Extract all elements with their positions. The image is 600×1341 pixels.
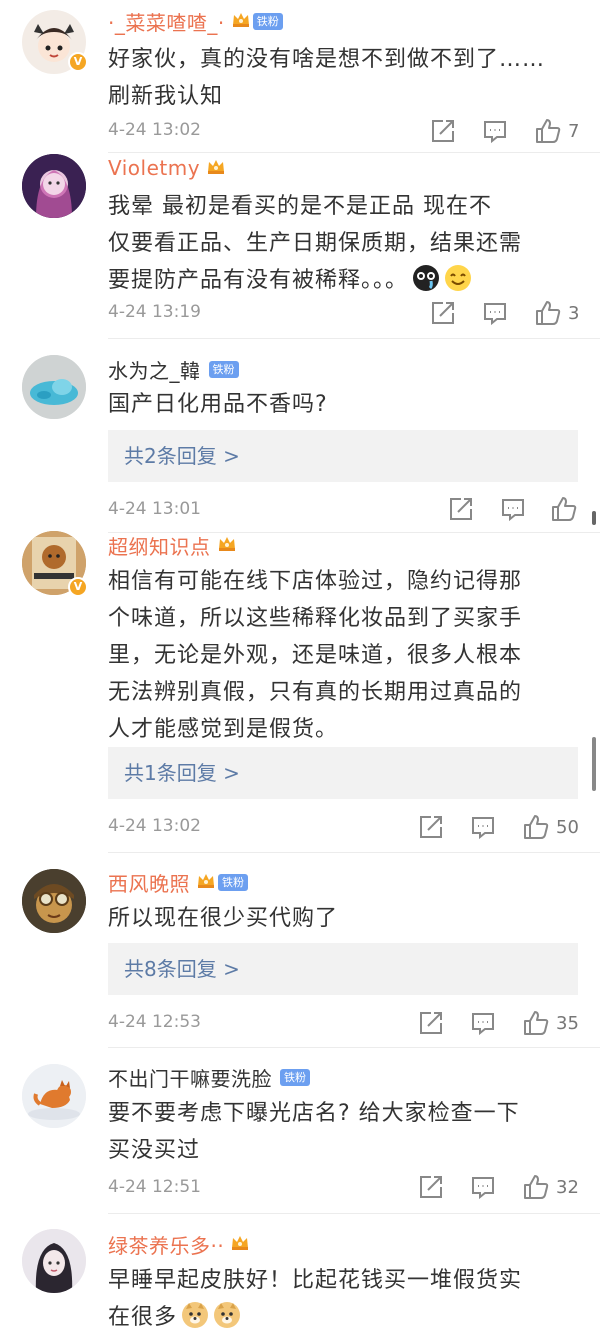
- username[interactable]: 不出门干嘛要洗脸: [108, 1063, 272, 1092]
- comment-text: 要不要考虑下曝光店名? 给大家检查一下 买没买过: [108, 1101, 520, 1163]
- fan-badge: 铁粉: [218, 873, 248, 891]
- crown-icon: [206, 157, 226, 179]
- like-count: 50: [556, 816, 579, 838]
- username-row: 西风晚照 铁粉: [108, 867, 248, 897]
- username[interactable]: 绿茶养乐多··: [108, 1230, 224, 1259]
- comment-icon: [472, 1013, 494, 1036]
- like-icon: [524, 815, 549, 839]
- like-button[interactable]: 35: [522, 1009, 579, 1037]
- like-icon: [536, 301, 561, 325]
- username-row: 水为之_韓 铁粉: [108, 354, 239, 384]
- avatar[interactable]: [22, 355, 86, 419]
- like-count: 35: [556, 1012, 579, 1034]
- share-button[interactable]: [418, 1174, 444, 1200]
- divider: [108, 1213, 600, 1214]
- like-button[interactable]: 7: [534, 117, 579, 145]
- share-icon: [420, 1176, 442, 1198]
- like-icon: [536, 119, 561, 143]
- comment-icon: [484, 121, 506, 144]
- crying-emoji-icon: [412, 264, 440, 304]
- like-button[interactable]: 3: [534, 299, 579, 327]
- comment-icon: [484, 303, 506, 326]
- doge-emoji-icon: [181, 1301, 209, 1341]
- crown-icon: [231, 10, 251, 32]
- like-icon: [552, 497, 577, 521]
- divider: [108, 852, 600, 853]
- avatar[interactable]: [22, 1229, 86, 1293]
- username-row: ·_菜菜喳喳_· 铁粉: [108, 6, 283, 36]
- crown-icon: [196, 871, 216, 893]
- view-replies-button[interactable]: 共1条回复 >: [108, 747, 578, 799]
- username[interactable]: Violetmy: [108, 156, 200, 180]
- like-count: 32: [556, 1176, 579, 1198]
- divider: [108, 338, 600, 339]
- fan-badge: 铁粉: [280, 1068, 310, 1086]
- share-icon: [420, 1012, 442, 1034]
- share-button[interactable]: [430, 118, 456, 144]
- comment-text: 国产日化用品不香吗?: [108, 392, 328, 417]
- view-replies-button[interactable]: 共2条回复 >: [108, 430, 578, 482]
- username-row: 绿茶养乐多··: [108, 1229, 250, 1259]
- doge-emoji-icon: [213, 1301, 241, 1341]
- comment-button[interactable]: [470, 1174, 496, 1200]
- fan-badge: 铁粉: [252, 12, 283, 30]
- username[interactable]: ·_菜菜喳喳_·: [108, 7, 225, 36]
- like-button[interactable]: [550, 495, 584, 523]
- username[interactable]: 水为之_韓: [108, 355, 201, 384]
- comment-button[interactable]: [500, 496, 526, 522]
- like-button[interactable]: 32: [522, 1173, 579, 1201]
- crown-icon: [230, 1233, 250, 1255]
- comment-text: 好家伙，真的没有啥是想不到做不到了…… 刷新我认知: [108, 47, 546, 109]
- comment-icon: [472, 1177, 494, 1200]
- scrollbar-thumb[interactable]: [592, 737, 596, 791]
- timestamp: 4-24 12:51: [108, 1177, 201, 1197]
- scrollbar-thumb[interactable]: [592, 511, 596, 525]
- share-button[interactable]: [448, 496, 474, 522]
- comment-text: 所以现在很少买代购了: [108, 906, 339, 931]
- laughing-emoji-icon: [444, 264, 472, 304]
- comment-icon: [472, 817, 494, 840]
- like-count: 7: [568, 120, 580, 142]
- like-button[interactable]: 50: [522, 813, 579, 841]
- share-icon: [450, 498, 472, 520]
- share-button[interactable]: [418, 814, 444, 840]
- like-icon: [524, 1175, 549, 1199]
- username[interactable]: 超纲知识点: [108, 531, 211, 560]
- share-icon: [432, 302, 454, 324]
- like-icon: [524, 1011, 549, 1035]
- share-icon: [432, 120, 454, 142]
- share-icon: [420, 816, 442, 838]
- divider: [108, 1047, 600, 1048]
- comment-text: 我晕 最初是看买的是不是正品 现在不 仅要看正品、生产日期保质期，结果还需 要提…: [108, 188, 578, 304]
- avatar[interactable]: [22, 154, 86, 218]
- username[interactable]: 西风晚照: [108, 868, 190, 897]
- comment-text: 早睡早起皮肤好！比起花钱买一堆假货实 在很多: [108, 1262, 578, 1341]
- comment-button[interactable]: [470, 1010, 496, 1036]
- crown-icon: [217, 534, 237, 556]
- fan-badge: 铁粉: [208, 360, 239, 378]
- username-row: Violetmy: [108, 153, 226, 183]
- view-replies-button[interactable]: 共8条回复 >: [108, 943, 578, 995]
- like-count: 3: [568, 302, 580, 324]
- comment-button[interactable]: [482, 300, 508, 326]
- share-button[interactable]: [418, 1010, 444, 1036]
- verified-v-icon: V: [68, 577, 88, 597]
- username-row: 不出门干嘛要洗脸 铁粉: [108, 1062, 310, 1092]
- timestamp: 4-24 13:19: [108, 302, 201, 322]
- comment-icon: [502, 499, 524, 522]
- timestamp: 4-24 13:01: [108, 499, 201, 519]
- share-button[interactable]: [430, 300, 456, 326]
- avatar[interactable]: [22, 1064, 86, 1128]
- username-row: 超纲知识点: [108, 530, 237, 560]
- comment-button[interactable]: [470, 814, 496, 840]
- timestamp: 4-24 13:02: [108, 816, 201, 836]
- avatar[interactable]: [22, 869, 86, 933]
- timestamp: 4-24 13:02: [108, 120, 201, 140]
- comment-button[interactable]: [482, 118, 508, 144]
- verified-v-icon: V: [68, 52, 88, 72]
- timestamp: 4-24 12:53: [108, 1012, 201, 1032]
- comment-text: 相信有可能在线下店体验过，隐约记得那 个味道，所以这些稀释化妆品到了买家手 里，…: [108, 569, 523, 742]
